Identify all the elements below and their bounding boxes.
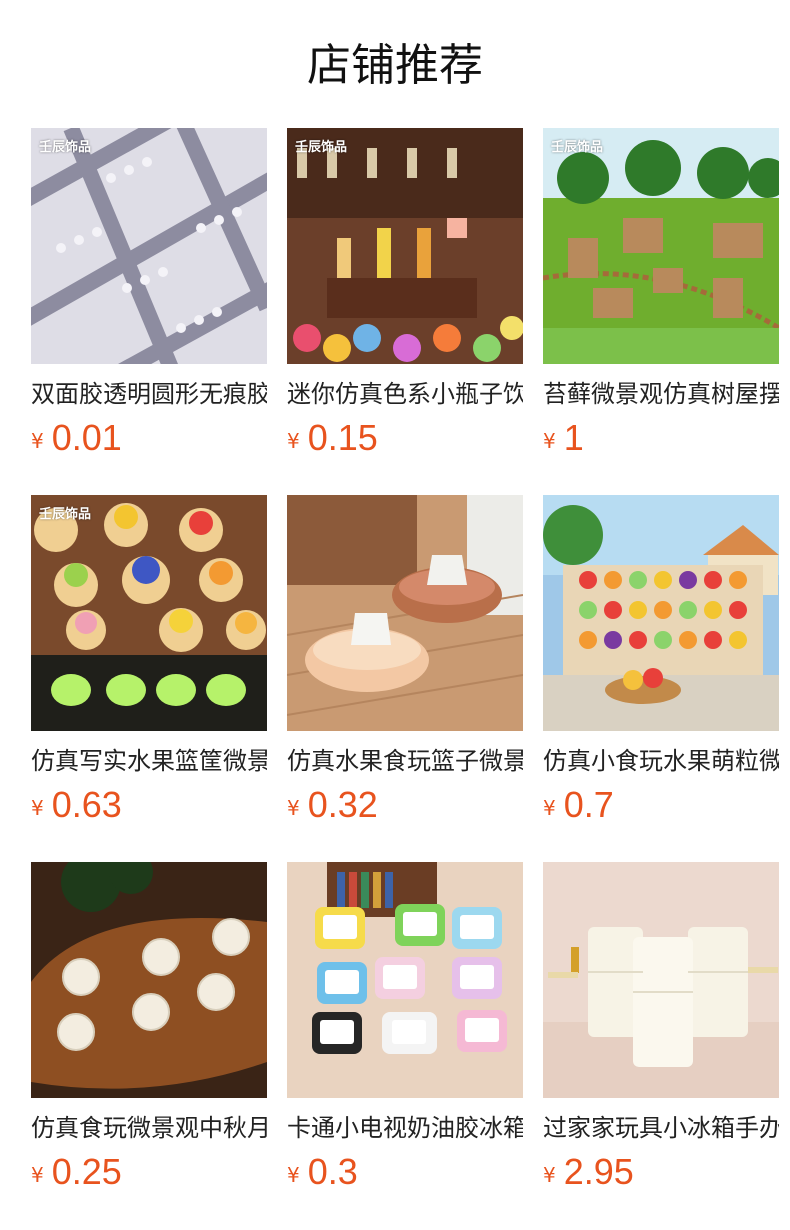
brand-watermark: 壬辰饰品 <box>551 139 604 154</box>
product-price: ¥0.01 <box>31 418 122 458</box>
currency-symbol: ¥ <box>543 1163 556 1187</box>
price-amount: 2.95 <box>563 1151 634 1192</box>
product-name[interactable]: 仿真小食玩水果萌粒微景 <box>543 745 779 777</box>
product-card[interactable]: 壬辰饰品 双面胶透明圆形无痕胶 ¥0.01 <box>31 128 267 468</box>
brand-watermark: 壬辰饰品 <box>39 139 92 154</box>
product-image[interactable]: 壬辰饰品 <box>31 495 267 731</box>
product-price: ¥0.25 <box>31 1152 122 1192</box>
price-amount: 0.3 <box>307 1151 358 1192</box>
product-price: ¥0.63 <box>31 785 122 825</box>
product-image[interactable] <box>543 495 779 731</box>
price-amount: 1 <box>563 417 584 458</box>
product-price: ¥1 <box>543 418 584 458</box>
price-amount: 0.63 <box>51 784 122 825</box>
product-price: ¥2.95 <box>543 1152 634 1192</box>
currency-symbol: ¥ <box>287 429 300 453</box>
product-name[interactable]: 双面胶透明圆形无痕胶 <box>31 378 267 410</box>
product-card[interactable]: 仿真小食玩水果萌粒微景 ¥0.7 <box>543 495 779 835</box>
product-image[interactable]: 壬辰饰品 <box>31 128 267 364</box>
product-image[interactable] <box>543 862 779 1098</box>
product-card[interactable]: 壬辰饰品 苔藓微景观仿真树屋摆件 ¥1 <box>543 128 779 468</box>
brand-watermark: 壬辰饰品 <box>39 506 92 521</box>
store-recommendation-page: 店铺推荐 壬辰饰品 双面胶透明圆形无痕胶 ¥ 0.01 壬辰饰品 迷你仿真色系小… <box>0 0 790 1230</box>
price-amount: 0.01 <box>51 417 122 458</box>
product-price: ¥0.32 <box>287 785 378 825</box>
currency-symbol: ¥ <box>31 796 44 820</box>
currency-symbol: ¥ <box>287 1163 300 1187</box>
currency-symbol: ¥ <box>543 429 556 453</box>
product-name[interactable]: 苔藓微景观仿真树屋摆件 <box>543 378 779 410</box>
price-amount: 0.32 <box>307 784 378 825</box>
product-image[interactable] <box>287 862 523 1098</box>
currency-symbol: ¥ <box>31 1163 44 1187</box>
product-image[interactable] <box>31 862 267 1098</box>
product-name[interactable]: 仿真水果食玩篮子微景观 <box>287 745 523 777</box>
product-image[interactable]: 壬辰饰品 <box>287 128 523 364</box>
product-name[interactable]: 迷你仿真色系小瓶子饮料 <box>287 378 523 410</box>
product-image[interactable] <box>287 495 523 731</box>
page-title: 店铺推荐 <box>307 40 483 91</box>
currency-symbol: ¥ <box>543 796 556 820</box>
product-name[interactable]: 仿真食玩微景观中秋月饼 <box>31 1112 267 1144</box>
currency-symbol: ¥ <box>31 429 44 453</box>
product-price: ¥0.7 <box>543 785 614 825</box>
product-card[interactable]: 壬辰饰品 迷你仿真色系小瓶子饮料 ¥0.15 <box>287 128 523 468</box>
price-amount: 0.25 <box>51 1151 122 1192</box>
product-card[interactable]: 仿真水果食玩篮子微景观 ¥0.32 <box>287 495 523 835</box>
product-price: ¥0.3 <box>287 1152 358 1192</box>
product-card[interactable]: 壬辰饰品 仿真写实水果篮筐微景观 ¥0.63 <box>31 495 267 835</box>
brand-watermark: 壬辰饰品 <box>295 139 348 154</box>
product-name[interactable]: 卡通小电视奶油胶冰箱贴 <box>287 1112 523 1144</box>
product-price: ¥0.15 <box>287 418 378 458</box>
product-card[interactable]: 过家家玩具小冰箱手办 ¥2.95 <box>543 862 779 1202</box>
price-amount: 0.7 <box>563 784 614 825</box>
product-name[interactable]: 过家家玩具小冰箱手办 <box>543 1112 779 1144</box>
product-name[interactable]: 仿真写实水果篮筐微景观 <box>31 745 267 777</box>
price-amount: 0.15 <box>307 417 378 458</box>
product-card[interactable]: 卡通小电视奶油胶冰箱贴 ¥0.3 <box>287 862 523 1202</box>
product-image[interactable]: 壬辰饰品 <box>543 128 779 364</box>
currency-symbol: ¥ <box>287 796 300 820</box>
product-card[interactable]: 仿真食玩微景观中秋月饼 ¥0.25 <box>31 862 267 1202</box>
